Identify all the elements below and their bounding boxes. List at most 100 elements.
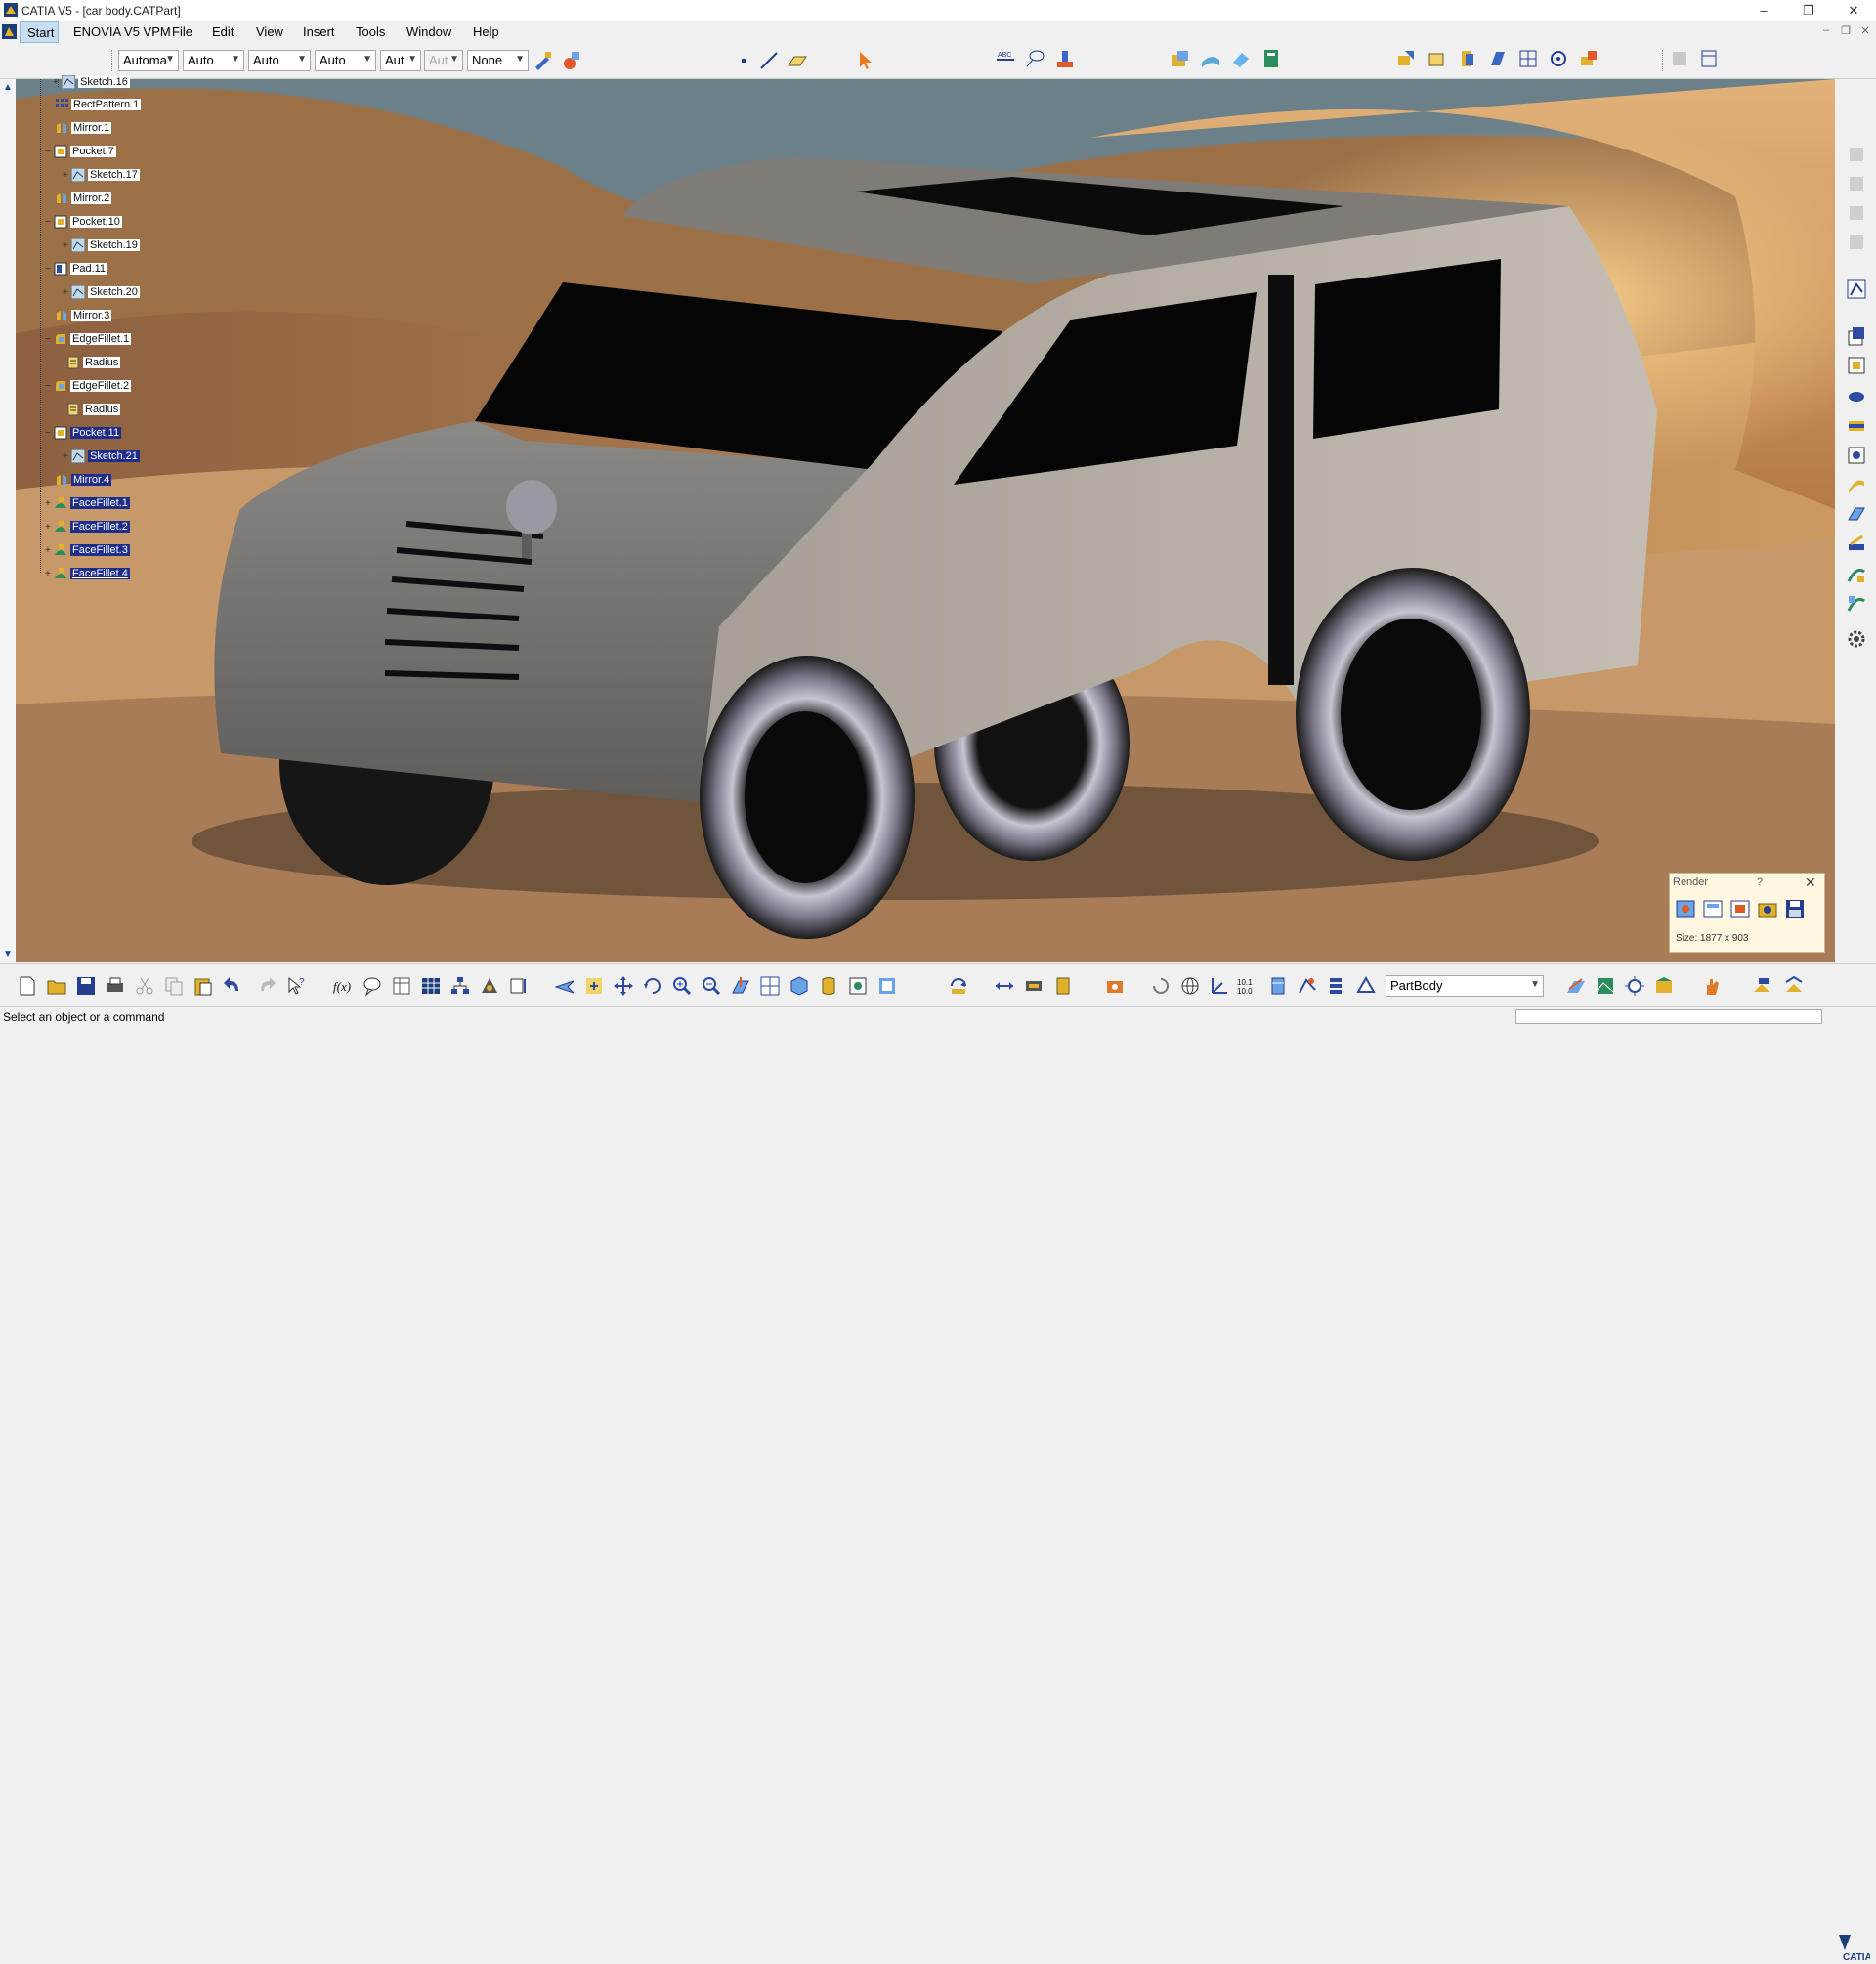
create-multi-view-icon[interactable]	[759, 975, 781, 997]
window-restore-button[interactable]: ❐	[1786, 0, 1831, 21]
print-icon[interactable]	[105, 975, 126, 997]
sketch-analysis-icon[interactable]	[1297, 975, 1318, 997]
line-icon[interactable]	[758, 50, 780, 71]
tree-item-facefillet-4[interactable]: + FaceFillet.4	[45, 567, 130, 584]
list-icon[interactable]	[1326, 975, 1347, 997]
render-settings-icon[interactable]	[1702, 898, 1724, 919]
save-icon[interactable]	[1784, 898, 1806, 919]
tree-item-mirror-2[interactable]: Mirror.2	[55, 192, 112, 209]
menu-window[interactable]: Window	[406, 24, 451, 39]
undo-icon[interactable]	[222, 975, 243, 997]
tree-item-pad-11[interactable]: − Pad.11	[45, 262, 108, 279]
document-icon[interactable]	[2, 24, 17, 39]
menu-edit[interactable]: Edit	[212, 24, 234, 39]
reorder-icon[interactable]	[1150, 975, 1172, 997]
collapse-icon[interactable]: −	[45, 428, 54, 439]
menu-tools[interactable]: Tools	[356, 24, 385, 39]
render-style-combo[interactable]: None ▼	[467, 50, 529, 71]
slot-icon[interactable]	[1846, 503, 1867, 525]
cut-icon[interactable]	[134, 975, 155, 997]
painter-icon[interactable]	[533, 50, 554, 71]
tree-item-sketch-16[interactable]: + Sketch.16	[53, 75, 130, 93]
collapse-icon[interactable]: −	[45, 381, 54, 392]
collapse-icon[interactable]: −	[45, 217, 54, 228]
stiffener-icon[interactable]	[1846, 533, 1867, 554]
tree-scrollbar[interactable]: ▲ ▼	[0, 79, 17, 962]
menu-view[interactable]: View	[256, 24, 283, 39]
tree-item-facefillet-2[interactable]: + FaceFillet.2	[45, 520, 130, 537]
tree-item-pocket-11[interactable]: − Pocket.11	[45, 426, 122, 444]
apply-material-icon[interactable]	[1104, 975, 1126, 997]
whats-this-icon[interactable]: ?	[285, 975, 307, 997]
flag-note-icon[interactable]	[1024, 48, 1045, 69]
expand-icon[interactable]: +	[45, 522, 54, 533]
tree-item-radius-2[interactable]: Radius	[66, 403, 121, 420]
measure-between-icon[interactable]	[994, 975, 1015, 997]
open-folder-icon[interactable]	[46, 975, 67, 997]
shading-icon[interactable]	[818, 975, 839, 997]
expand-icon[interactable]: +	[63, 451, 71, 462]
table-icon[interactable]	[420, 975, 442, 997]
tree-item-mirror-1[interactable]: Mirror.1	[55, 121, 112, 139]
knowledge-advisor-icon[interactable]	[362, 975, 383, 997]
catalog-icon[interactable]	[1260, 48, 1282, 69]
car-body-model[interactable]	[16, 79, 1835, 962]
measure-item-icon[interactable]	[1023, 975, 1045, 997]
eraser-icon[interactable]	[1230, 48, 1252, 69]
help-icon[interactable]: ?	[1757, 876, 1763, 888]
tree-item-facefillet-1[interactable]: + FaceFillet.1	[45, 496, 130, 514]
zoom-icon[interactable]	[1517, 48, 1539, 69]
pan-arrows-icon[interactable]	[613, 975, 634, 997]
normal-view-icon[interactable]	[730, 975, 751, 997]
scan-icon[interactable]	[508, 975, 530, 997]
close-icon[interactable]: ✕	[1805, 875, 1816, 891]
instantiate-icon[interactable]	[1783, 975, 1805, 997]
hand-tool-icon[interactable]	[1702, 975, 1724, 997]
insert-body-icon[interactable]	[1170, 48, 1191, 69]
expand-icon[interactable]: +	[45, 545, 54, 556]
globe-icon[interactable]	[1179, 975, 1201, 997]
menu-insert[interactable]: Insert	[303, 24, 335, 39]
hide-show-icon[interactable]	[847, 975, 869, 997]
point-icon[interactable]	[733, 50, 754, 71]
expand-icon[interactable]: +	[63, 170, 71, 181]
pad-icon[interactable]	[1846, 325, 1867, 347]
tolerance-icon[interactable]: 10.110.0	[1236, 975, 1258, 997]
light-icon[interactable]	[1624, 975, 1645, 997]
mdi-close-button[interactable]: ✕	[1858, 24, 1872, 38]
axis-system-icon[interactable]	[1209, 975, 1230, 997]
menu-help[interactable]: Help	[473, 24, 499, 39]
fit-all-in-icon[interactable]	[583, 975, 605, 997]
catalog-browser-icon[interactable]	[479, 975, 500, 997]
window-minimize-button[interactable]: –	[1741, 0, 1786, 21]
copy-icon[interactable]	[163, 975, 185, 997]
color-combo[interactable]: Automa ▼	[118, 50, 179, 71]
tree-item-sketch-17[interactable]: + Sketch.17	[63, 168, 140, 186]
texture-icon[interactable]	[1653, 975, 1675, 997]
fly-mode-icon[interactable]	[1395, 48, 1417, 69]
update-icon[interactable]	[948, 975, 969, 997]
collapse-icon[interactable]: −	[45, 147, 54, 157]
swap-space-icon[interactable]	[876, 975, 898, 997]
expand-icon[interactable]: +	[53, 77, 62, 88]
plane-icon[interactable]	[787, 50, 808, 71]
removed-multi-sections-icon[interactable]	[1846, 593, 1867, 615]
hide-show-icon[interactable]	[1578, 48, 1599, 69]
dimension-icon[interactable]: ABC	[995, 48, 1016, 69]
tree-item-sketch-21[interactable]: + Sketch.21	[63, 449, 140, 467]
mdi-restore-button[interactable]: ❐	[1839, 24, 1853, 38]
tree-item-sketch-20[interactable]: + Sketch.20	[63, 285, 140, 303]
point-type-combo[interactable]: Aut ▼	[380, 50, 421, 71]
tree-item-sketch-19[interactable]: + Sketch.19	[63, 238, 140, 256]
publish-icon[interactable]	[1751, 975, 1772, 997]
tree-item-mirror-4[interactable]: Mirror.4	[55, 473, 112, 491]
pocket-icon[interactable]	[1846, 355, 1867, 376]
transparency-combo[interactable]: Auto ▼	[183, 50, 244, 71]
tree-item-rectpattern-1[interactable]: RectPattern.1	[55, 98, 142, 115]
3d-viewport[interactable]	[16, 79, 1835, 962]
pan-icon[interactable]	[1457, 48, 1478, 69]
tree-item-edgefillet-2[interactable]: − EdgeFillet.2	[45, 379, 132, 397]
measure-inertia-icon[interactable]	[1052, 975, 1074, 997]
design-table-icon[interactable]	[391, 975, 412, 997]
body-selector-combo[interactable]: PartBody ▼	[1386, 975, 1544, 997]
